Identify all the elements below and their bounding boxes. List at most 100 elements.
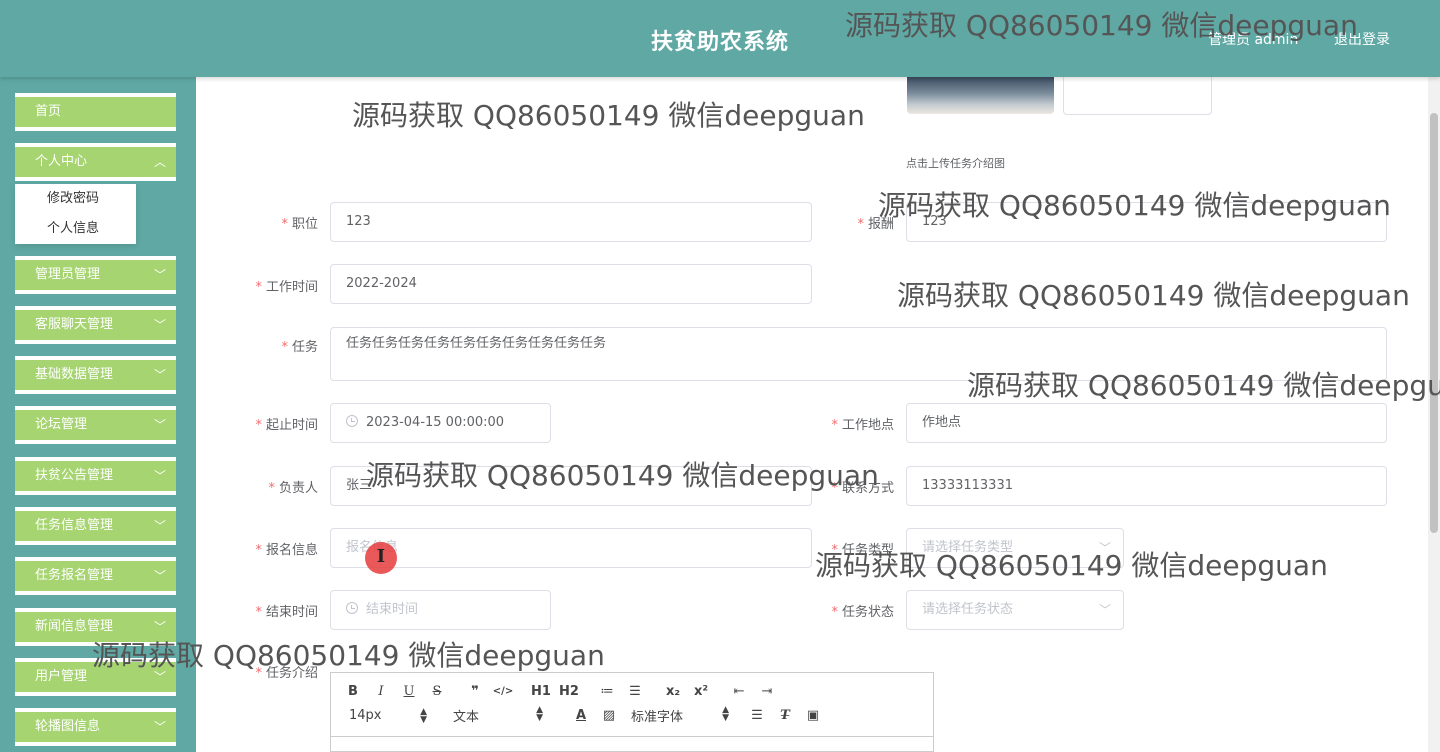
salary-label-text: 报酬 [867, 217, 894, 232]
sidebar-item-carousel[interactable]: 轮播图信息 ﹀ [15, 708, 176, 746]
updown-icon: ▲ ▼ [420, 706, 427, 725]
sidebar-item-home[interactable]: 首页 [15, 93, 176, 131]
clock-icon [346, 602, 358, 614]
image-upload-button[interactable] [1063, 77, 1212, 115]
task-intro-label-text: 任务介绍 [265, 666, 318, 681]
sidebar-item-users[interactable]: 用户管理 ﹀ [15, 658, 176, 696]
task-type-select[interactable]: 请选择任务类型 ﹀ [906, 528, 1124, 568]
work-time-input[interactable]: 2022-2024 [330, 264, 812, 304]
task-status-label: * 任务状态 [831, 605, 894, 620]
chevron-down-icon: ﹀ [1098, 603, 1111, 617]
scrollbar-thumb[interactable] [1430, 113, 1438, 533]
personal-center-submenu: 修改密码 个人信息 [15, 184, 136, 244]
align-icon[interactable]: ☰ [743, 708, 771, 723]
clock-icon [346, 415, 358, 427]
image-icon[interactable]: ▣ [799, 708, 827, 723]
sidebar-item-chat-management[interactable]: 客服聊天管理 ﹀ [15, 306, 176, 344]
sidebar-item-base-data[interactable]: 基础数据管理 ﹀ [15, 356, 176, 394]
work-time-label-text: 工作时间 [265, 280, 318, 295]
end-time-placeholder: 结束时间 [366, 602, 419, 617]
sidebar-item-news[interactable]: 新闻信息管理 ﹀ [15, 608, 176, 646]
page-scrollbar[interactable] [1428, 77, 1440, 752]
strikethrough-button[interactable]: S [423, 684, 451, 699]
font-size-select[interactable]: 14px ▲ ▼ [339, 706, 427, 725]
task-textarea[interactable]: 任务任务任务任务任务任务任务任务任务任务 [330, 327, 1387, 381]
clear-format-icon[interactable]: T̶ [771, 708, 799, 723]
contact-input[interactable]: 13333113331 [906, 466, 1387, 506]
submenu-item-change-password[interactable]: 修改密码 [15, 184, 136, 214]
task-type-label-text: 任务类型 [841, 543, 894, 558]
position-input[interactable]: 123 [330, 202, 812, 242]
outdent-button[interactable]: ⇤ [725, 684, 753, 699]
logout-link[interactable]: 退出登录 [1334, 29, 1390, 49]
italic-button[interactable]: I [367, 684, 395, 699]
chevron-down-icon: ﹀ [153, 569, 166, 583]
superscript-button[interactable]: x² [687, 684, 715, 699]
sidebar-item-label: 任务报名管理 [35, 568, 114, 583]
task-status-select[interactable]: 请选择任务状态 ﹀ [906, 590, 1124, 630]
text-color-icon[interactable]: A [567, 708, 595, 723]
chevron-down-icon: ﹀ [153, 418, 166, 432]
start-time-label: * 起止时间 [255, 418, 318, 433]
sidebar-item-label: 用户管理 [35, 669, 88, 684]
sidebar-item-task-signup[interactable]: 任务报名管理 ﹀ [15, 557, 176, 595]
sidebar-item-announcements[interactable]: 扶贫公告管理 ﹀ [15, 457, 176, 495]
bullet-list-button[interactable]: ☰ [621, 684, 649, 699]
bold-button[interactable]: B [339, 684, 367, 699]
work-place-label-text: 工作地点 [841, 418, 894, 433]
chevron-down-icon: ﹀ [153, 469, 166, 483]
sidebar-item-forum[interactable]: 论坛管理 ﹀ [15, 406, 176, 444]
toolbar-row-2: 14px ▲ ▼ 文本 ▲ ▼ A ▨ 标准字体 ▲ ▼ ☰ T̶ ▣ [339, 703, 925, 727]
sidebar-item-label: 新闻信息管理 [35, 619, 114, 634]
heading2-button[interactable]: H2 [555, 684, 583, 699]
sidebar-item-task-info[interactable]: 任务信息管理 ﹀ [15, 507, 176, 545]
manager-input[interactable]: 张三 [330, 466, 812, 506]
contact-label: * 联系方式 [831, 481, 894, 496]
sidebar-item-label: 论坛管理 [35, 417, 88, 432]
task-status-label-text: 任务状态 [841, 605, 894, 620]
upload-hint: 点击上传任务介绍图 [906, 157, 1005, 170]
start-time-value: 2023-04-15 00:00:00 [366, 415, 505, 430]
signup-info-input[interactable]: 报名信息 [330, 528, 812, 568]
chevron-down-icon: ﹀ [153, 519, 166, 533]
chevron-down-icon: ﹀ [153, 268, 166, 282]
end-time-picker[interactable]: 结束时间 [330, 590, 551, 630]
signup-info-label-text: 报名信息 [265, 543, 318, 558]
sidebar-item-personal-center[interactable]: 个人中心 ︿ [15, 143, 176, 181]
ordered-list-button[interactable]: ≔ [593, 684, 621, 699]
sidebar-item-label: 客服聊天管理 [35, 317, 114, 332]
sidebar-item-admin-management[interactable]: 管理员管理 ﹀ [15, 256, 176, 294]
submenu-item-personal-info[interactable]: 个人信息 [15, 214, 136, 244]
manager-label-text: 负责人 [278, 481, 318, 496]
chevron-down-icon: ﹀ [153, 318, 166, 332]
work-time-label: * 工作时间 [255, 280, 318, 295]
heading1-button[interactable]: H1 [527, 684, 555, 699]
sidebar-item-label: 基础数据管理 [35, 367, 114, 382]
start-time-label-text: 起止时间 [265, 418, 318, 433]
sidebar: 首页 个人中心 ︿ 修改密码 个人信息 管理员管理 ﹀ 客服聊天管理 ﹀ 基础数据管理… [0, 77, 196, 752]
salary-input[interactable]: 123 [906, 202, 1387, 242]
background-color-icon[interactable]: ▨ [595, 708, 623, 723]
position-label: * 职位 [281, 217, 318, 232]
paragraph-format-select[interactable]: 文本 ▲ ▼ [453, 705, 543, 725]
chevron-down-icon: ﹀ [153, 368, 166, 382]
chevron-up-icon: ︿ [153, 155, 166, 169]
indent-button[interactable]: ⇥ [753, 684, 781, 699]
blockquote-button[interactable]: ❞ [461, 684, 489, 699]
code-block-button[interactable]: </> [489, 686, 517, 697]
task-status-placeholder: 请选择任务状态 [922, 602, 1014, 617]
start-time-picker[interactable]: 2023-04-15 00:00:00 [330, 403, 551, 443]
task-type-label: * 任务类型 [831, 543, 894, 558]
editor-toolbar: B I U S ❞ </> H1 H2 ≔ ☰ x₂ x² ⇤ ⇥ 14px ▲ ▼… [331, 673, 933, 737]
work-place-input[interactable]: 作地点 [906, 403, 1387, 443]
sidebar-item-label: 任务信息管理 [35, 518, 114, 533]
font-family-select[interactable]: 标准字体 ▲ ▼ [631, 704, 729, 725]
updown-icon: ▲ ▼ [722, 704, 729, 723]
salary-label: * 报酬 [857, 217, 894, 232]
sidebar-item-label: 扶贫公告管理 [35, 468, 114, 483]
underline-button[interactable]: U [395, 684, 423, 699]
subscript-button[interactable]: x₂ [659, 684, 687, 699]
sidebar-item-label: 个人中心 [35, 154, 88, 169]
top-header: 扶贫助农系统 管理员 admin 退出登录 [0, 0, 1440, 77]
task-label: * 任务 [281, 340, 318, 355]
